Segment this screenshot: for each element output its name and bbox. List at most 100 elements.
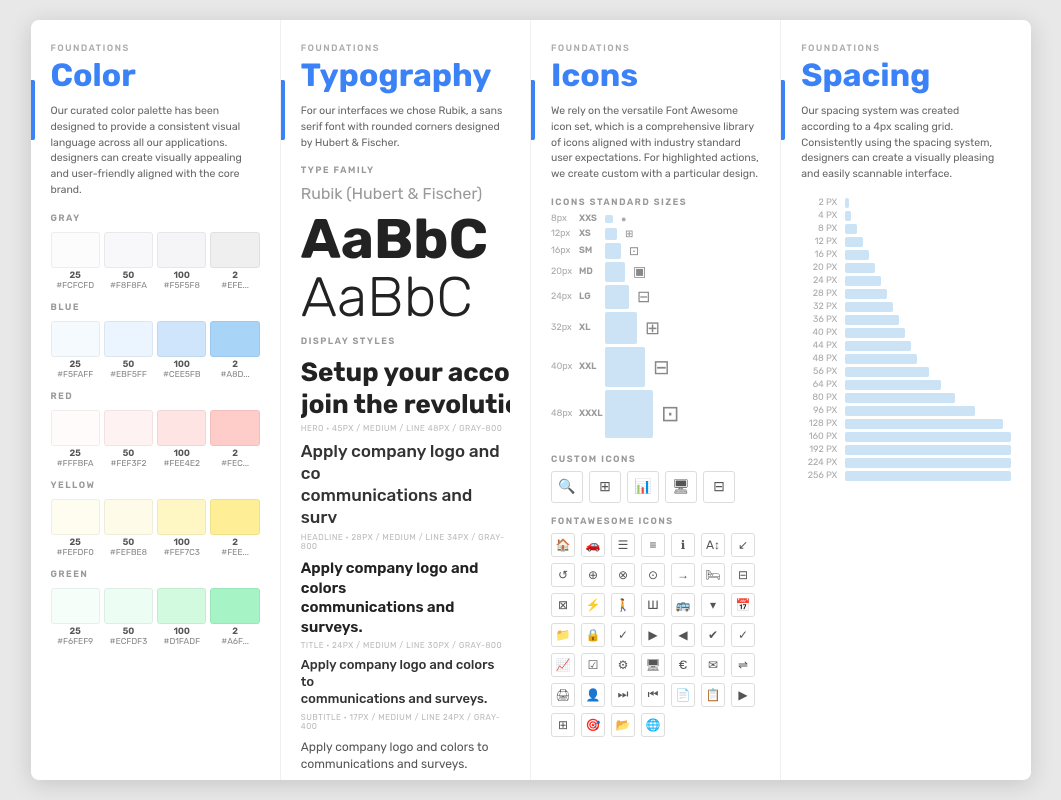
icon-fa-43: ⊞ [551,713,575,737]
icon-fa-31: ⚙ [611,653,635,677]
spacing-bar [845,458,1010,468]
swatch-box [157,499,206,535]
icon-fa-41: 📋 [701,683,725,707]
type-family-name: Rubik (Hubert & Fischer) [301,184,510,203]
custom-icons-label: CUSTOM ICONS [551,455,760,465]
spacing-row-label: 24 PX [801,276,845,286]
swatch-box [104,588,153,624]
spacing-row-label: 160 PX [801,432,845,442]
icon-fa-17: 🚶 [611,593,635,617]
swatch-box [210,499,259,535]
spacing-row: 48 PX [801,354,1010,364]
swatch-red-200: 2 #FEC... [210,410,259,469]
swatch-box [104,499,153,535]
icon-size-xxs: 8px XXS ● [551,214,760,225]
spacing-bar [845,354,917,364]
icon-size-xl: 32px XL ⊞ [551,312,760,344]
icon-fa-28: ✓ [731,623,755,647]
spacing-foundations-label: FOUNDATIONS [801,44,1010,54]
icon-fa-2: 🚗 [581,533,605,557]
gray-swatches: 25 #FCFCFD 50 #F8F8FA 100 #F5F5F8 2 #EFE… [51,232,260,291]
icon-fa-4: ≡ [641,533,665,557]
icon-size-xxl: 40px XXL ⊟ [551,347,760,387]
icon-size-box-xxs [605,215,613,223]
yellow-swatches: 25 #FEFDF0 50 #FEFBE8 100 #FEF7C3 2 #FEE… [51,499,260,558]
spacing-bar [845,237,863,247]
spacing-bar [845,406,975,416]
spacing-row-label: 4 PX [801,211,845,221]
icon-fa-12: → [671,563,695,587]
spacing-row: 4 PX [801,211,1010,221]
spacing-bar [845,380,941,390]
icon-fa-32: 🖥 [641,653,665,677]
icon-fa-24: ✓ [611,623,635,647]
style-hero-meta: HERO · 45PX / MEDIUM / LINE 48PX / GRAY-… [301,424,510,433]
spacing-bar [845,471,1010,481]
icons-sizes-area: 8px XXS ● 12px XS ⊞ 16px SM ⊡ [551,214,760,441]
green-swatches: 25 #F6FEF9 50 #ECFDF3 100 #D1FADF 2 #A6F… [51,588,260,647]
spacing-bar [845,263,875,273]
swatch-red-50: 50 #FEF3F2 [104,410,153,469]
spacing-row: 20 PX [801,263,1010,273]
icon-search: 🔍 [551,471,583,503]
type-sample-light: AaBbC [301,269,510,325]
swatch-blue-200: 2 #A8D... [210,321,259,380]
icons-foundations-label: FOUNDATIONS [551,44,760,54]
icon-fa-42: ▶ [731,683,755,707]
color-description: Our curated color palette has been desig… [51,103,260,198]
icon-fa-46: 🌐 [641,713,665,737]
icon-fa-25: ▶ [641,623,665,647]
spacing-row-label: 192 PX [801,445,845,455]
swatch-red-25: 25 #FFFBFA [51,410,100,469]
cards-container: FOUNDATIONS Color Our curated color pale… [31,20,1031,780]
spacing-row: 56 PX [801,367,1010,377]
spacing-row-label: 32 PX [801,302,845,312]
card-accent [281,80,285,140]
style-body: Apply company logo and colors tocommunic… [301,739,510,773]
spacing-row-label: 12 PX [801,237,845,247]
icons-sizes-label: ICONS STANDARD SIZES [551,198,760,208]
icon-fa-3: ☰ [611,533,635,557]
swatch-box [210,321,259,357]
spacing-row-label: 20 PX [801,263,845,273]
spacing-row-label: 44 PX [801,341,845,351]
color-title: Color [51,58,260,93]
spacing-bar [845,341,911,351]
spacing-row: 96 PX [801,406,1010,416]
spacing-row-label: 128 PX [801,419,845,429]
swatch-box [51,588,100,624]
icon-fa-1: 🏠 [551,533,575,557]
style-subtitle-meta: SUBTITLE · 17PX / MEDIUM / LINE 24PX / G… [301,713,510,731]
icon-size-box-xxl [605,347,645,387]
spacing-bar [845,289,887,299]
swatch-yellow-200: 2 #FEE... [210,499,259,558]
spacing-bar [845,393,955,403]
icon-size-box-sm [605,243,621,259]
spacing-row: 256 PX [801,471,1010,481]
icon-fa-37: 👤 [581,683,605,707]
swatch-yellow-100: 100 #FEF7C3 [157,499,206,558]
spacing-row: 128 PX [801,419,1010,429]
icon-size-box-xl [605,312,637,344]
spacing-card: FOUNDATIONS Spacing Our spacing system w… [781,20,1030,780]
spacing-row: 12 PX [801,237,1010,247]
red-label: RED [51,392,260,402]
swatch-blue-100: 100 #CEE5FB [157,321,206,380]
swatch-box [51,499,100,535]
spacing-row: 16 PX [801,250,1010,260]
swatch-blue-25: 25 #F5FAFF [51,321,100,380]
icon-size-box-xxxl [605,390,653,438]
icon-fa-20: ▾ [701,593,725,617]
icon-monitor: 🖥 [665,471,697,503]
spacing-row: 44 PX [801,341,1010,351]
spacing-bar [845,367,929,377]
icon-fa-18: Ш [641,593,665,617]
icon-fa-13: 🛏 [701,563,725,587]
icon-table: ⊟ [703,471,735,503]
gray-label: GRAY [51,214,260,224]
swatch-box [210,588,259,624]
icon-fa-5: ℹ [671,533,695,557]
icon-fa-35: ⇌ [731,653,755,677]
spacing-bar [845,276,881,286]
type-sample-bold: AaBbC [301,211,510,267]
